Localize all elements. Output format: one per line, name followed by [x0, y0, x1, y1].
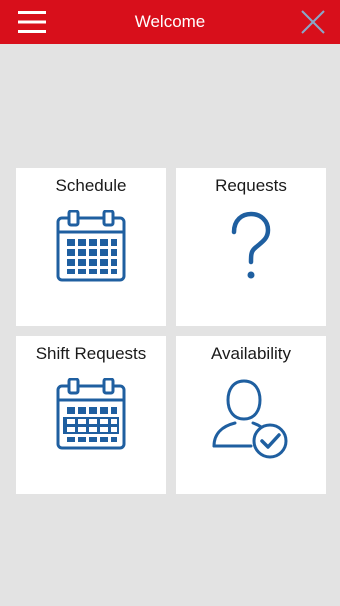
tile-label: Schedule — [55, 176, 127, 195]
tile-label: Requests — [215, 176, 287, 195]
shift-calendar-icon — [56, 378, 126, 450]
close-button[interactable] — [300, 9, 326, 35]
tile-label: Availability — [210, 344, 291, 363]
close-icon — [301, 10, 325, 34]
tile-schedule[interactable]: Schedule — [16, 168, 166, 326]
tile-shift-requests[interactable]: Shift Requests — [16, 336, 166, 494]
tile-availability[interactable]: Availability — [176, 336, 326, 494]
question-mark-icon — [231, 211, 271, 279]
user-check-icon — [212, 379, 288, 459]
app-header: Welcome — [0, 0, 340, 44]
page-title: Welcome — [134, 12, 206, 31]
tile-label: Shift Requests — [35, 344, 147, 363]
tile-requests[interactable]: Requests — [176, 168, 326, 326]
calendar-icon — [56, 210, 126, 282]
